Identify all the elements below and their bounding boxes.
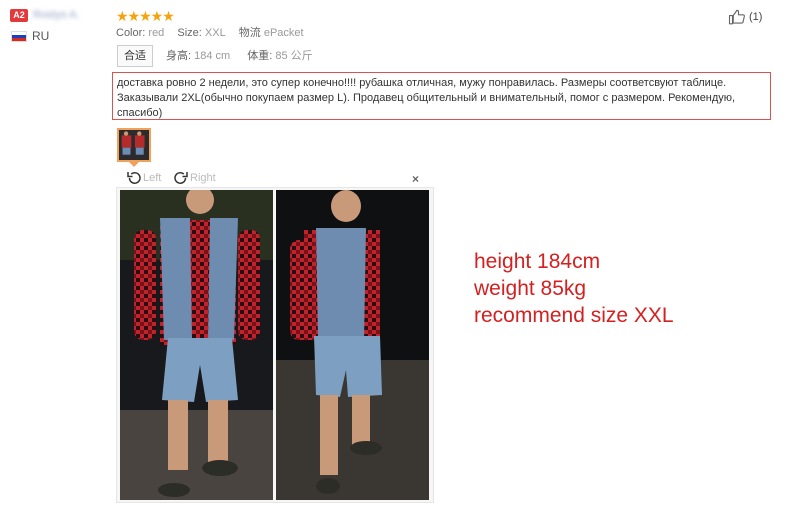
logistics-value: ePacket (263, 27, 304, 39)
rotate-right-label: Right (190, 172, 216, 184)
logistics-label: 物流 (238, 27, 261, 39)
size-value: XXL (204, 27, 226, 39)
helpful-button[interactable]: (1) (728, 8, 780, 26)
country-flag-icon (11, 31, 27, 42)
rotate-left-icon (127, 172, 141, 184)
color-label: Color: (116, 27, 146, 39)
color-value: red (148, 27, 165, 39)
rotate-left-button[interactable]: Left (125, 169, 161, 187)
reviewer-country: RU (32, 29, 50, 43)
annotation-weight: weight 85kg (474, 277, 587, 300)
thumbs-up-icon (728, 9, 745, 25)
review-text: доставка ровно 2 недели, это супер конеч… (112, 72, 771, 120)
rotate-right-button[interactable]: Right (172, 169, 216, 187)
order-info: Color: red Size: XXL 物流 ePacket (116, 26, 314, 40)
review-photo-thumbnail[interactable] (117, 128, 151, 162)
size-label: Size: (177, 27, 202, 39)
close-viewer-button[interactable]: × (412, 173, 419, 185)
annotation-recommendation: recommend size XXL (474, 304, 674, 327)
review-photo-front (120, 190, 273, 500)
weight-label: 体重: (247, 50, 273, 62)
review-photo-side (276, 190, 429, 500)
reviewer-name[interactable]: Rostys A. (33, 9, 89, 22)
user-level-badge: A2 (10, 9, 28, 22)
star-rating: ★★★★★ (116, 8, 175, 24)
weight-value: 85 公斤 (275, 50, 313, 62)
rotate-left-label: Left (143, 172, 162, 184)
annotation-height: height 184cm (474, 250, 601, 273)
height-label: 身高: (166, 50, 192, 62)
thumbnail-pointer (129, 162, 139, 167)
body-info: 身高: 184 cm 体重: 85 公斤 (166, 49, 327, 63)
height-value: 184 cm (194, 50, 231, 62)
rotate-right-icon (174, 172, 188, 184)
helpful-count: (1) (749, 11, 763, 23)
fit-tag: 合适 (117, 45, 153, 67)
size-annotation: height 184cm weight 85kg recommend size … (474, 248, 674, 329)
